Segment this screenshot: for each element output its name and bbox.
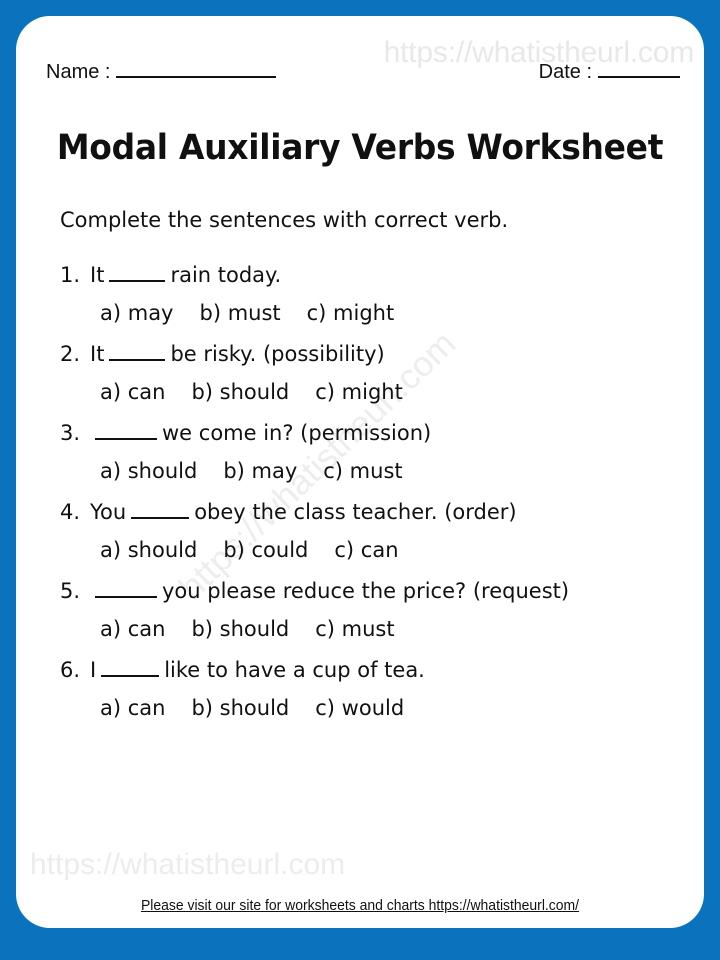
question-prefix: You [90, 500, 127, 524]
answer-blank[interactable] [109, 265, 166, 282]
option-choice[interactable]: c) might [307, 301, 395, 325]
question-prefix: It [90, 342, 105, 366]
options-line: a) can b) should c) would [16, 696, 704, 720]
options-line: a) may b) must c) might [16, 301, 704, 325]
options-line: a) can b) should c) must [16, 617, 704, 641]
question-suffix: obey the class teacher. (order) [194, 500, 517, 524]
question-number: 5. [60, 579, 81, 603]
question-number: 3. [60, 421, 81, 445]
name-label: Name : [46, 61, 111, 83]
question-line: 3. we come in? (permission) [16, 421, 704, 445]
date-input-rule[interactable] [598, 60, 680, 78]
worksheet-content: Name : Date : Modal Auxiliary Verbs Work… [16, 16, 704, 928]
date-label: Date : [538, 61, 592, 83]
option-choice[interactable]: b) could [223, 538, 308, 562]
question-number: 4. [60, 500, 81, 524]
worksheet-frame: https://whatistheurl.com https://whatist… [0, 0, 720, 960]
option-choice[interactable]: b) should [191, 380, 289, 404]
option-choice[interactable]: b) should [191, 617, 289, 641]
question-list: 1. It rain today. a) may b) must c) might 2. It… [16, 263, 704, 737]
option-choice[interactable]: a) should [100, 459, 197, 483]
answer-blank[interactable] [109, 344, 166, 361]
question-number: 6. [60, 658, 81, 682]
question-number: 2. [60, 342, 81, 366]
option-choice[interactable]: c) might [315, 380, 403, 404]
question-line: 2. It be risky. (possibility) [16, 342, 704, 366]
answer-blank[interactable] [131, 502, 190, 519]
question-prefix: I [90, 658, 97, 682]
options-line: a) can b) should c) might [16, 380, 704, 404]
answer-blank[interactable] [95, 423, 157, 440]
name-date-row: Name : Date : [46, 60, 680, 84]
question-line: 6. Ilike to have a cup of tea. [16, 658, 704, 682]
option-choice[interactable]: b) may [223, 459, 297, 483]
options-line: a) should b) may c) must [16, 459, 704, 483]
instruction-text: Complete the sentences with correct verb… [60, 208, 509, 232]
question-line: 4. You obey the class teacher. (order) [16, 500, 704, 524]
question-block: 5. you please reduce the price? (request)… [16, 579, 704, 641]
question-block: 2. It be risky. (possibility) a) can b) shou… [16, 342, 704, 404]
option-choice[interactable]: a) can [100, 380, 165, 404]
option-choice[interactable]: a) can [100, 617, 165, 641]
question-number: 1. [60, 263, 81, 287]
options-line: a) should b) could c) can [16, 538, 704, 562]
question-block: 3. we come in? (permission) a) should b) ma… [16, 421, 704, 483]
question-suffix: we come in? (permission) [162, 421, 432, 445]
question-suffix: be risky. (possibility) [170, 342, 385, 366]
date-field[interactable]: Date : [539, 60, 680, 84]
question-block: 6. Ilike to have a cup of tea. a) can b) sh… [16, 658, 704, 720]
worksheet-paper: https://whatistheurl.com https://whatist… [16, 16, 704, 928]
option-choice[interactable]: c) can [334, 538, 398, 562]
option-choice[interactable]: b) must [200, 301, 281, 325]
option-choice[interactable]: b) should [191, 696, 289, 720]
option-choice[interactable]: c) must [323, 459, 402, 483]
option-choice[interactable]: c) must [315, 617, 394, 641]
question-line: 5. you please reduce the price? (request) [16, 579, 704, 603]
question-line: 1. It rain today. [16, 263, 704, 287]
answer-blank[interactable] [101, 660, 160, 677]
question-suffix: like to have a cup of tea. [164, 658, 425, 682]
page-title: Modal Auxiliary Verbs Worksheet [56, 128, 664, 168]
answer-blank[interactable] [95, 581, 157, 598]
option-choice[interactable]: a) may [100, 301, 174, 325]
question-block: 1. It rain today. a) may b) must c) might [16, 263, 704, 325]
option-choice[interactable]: c) would [315, 696, 404, 720]
name-field[interactable]: Name : [46, 60, 277, 84]
option-choice[interactable]: a) can [100, 696, 165, 720]
name-input-rule[interactable] [116, 60, 277, 78]
question-suffix: you please reduce the price? (request) [162, 579, 570, 603]
option-choice[interactable]: a) should [100, 538, 197, 562]
footer-note[interactable]: Please visit our site for worksheets and… [40, 897, 680, 914]
question-block: 4. You obey the class teacher. (order) a) s… [16, 500, 704, 562]
question-prefix: It [90, 263, 105, 287]
question-suffix: rain today. [170, 263, 282, 287]
